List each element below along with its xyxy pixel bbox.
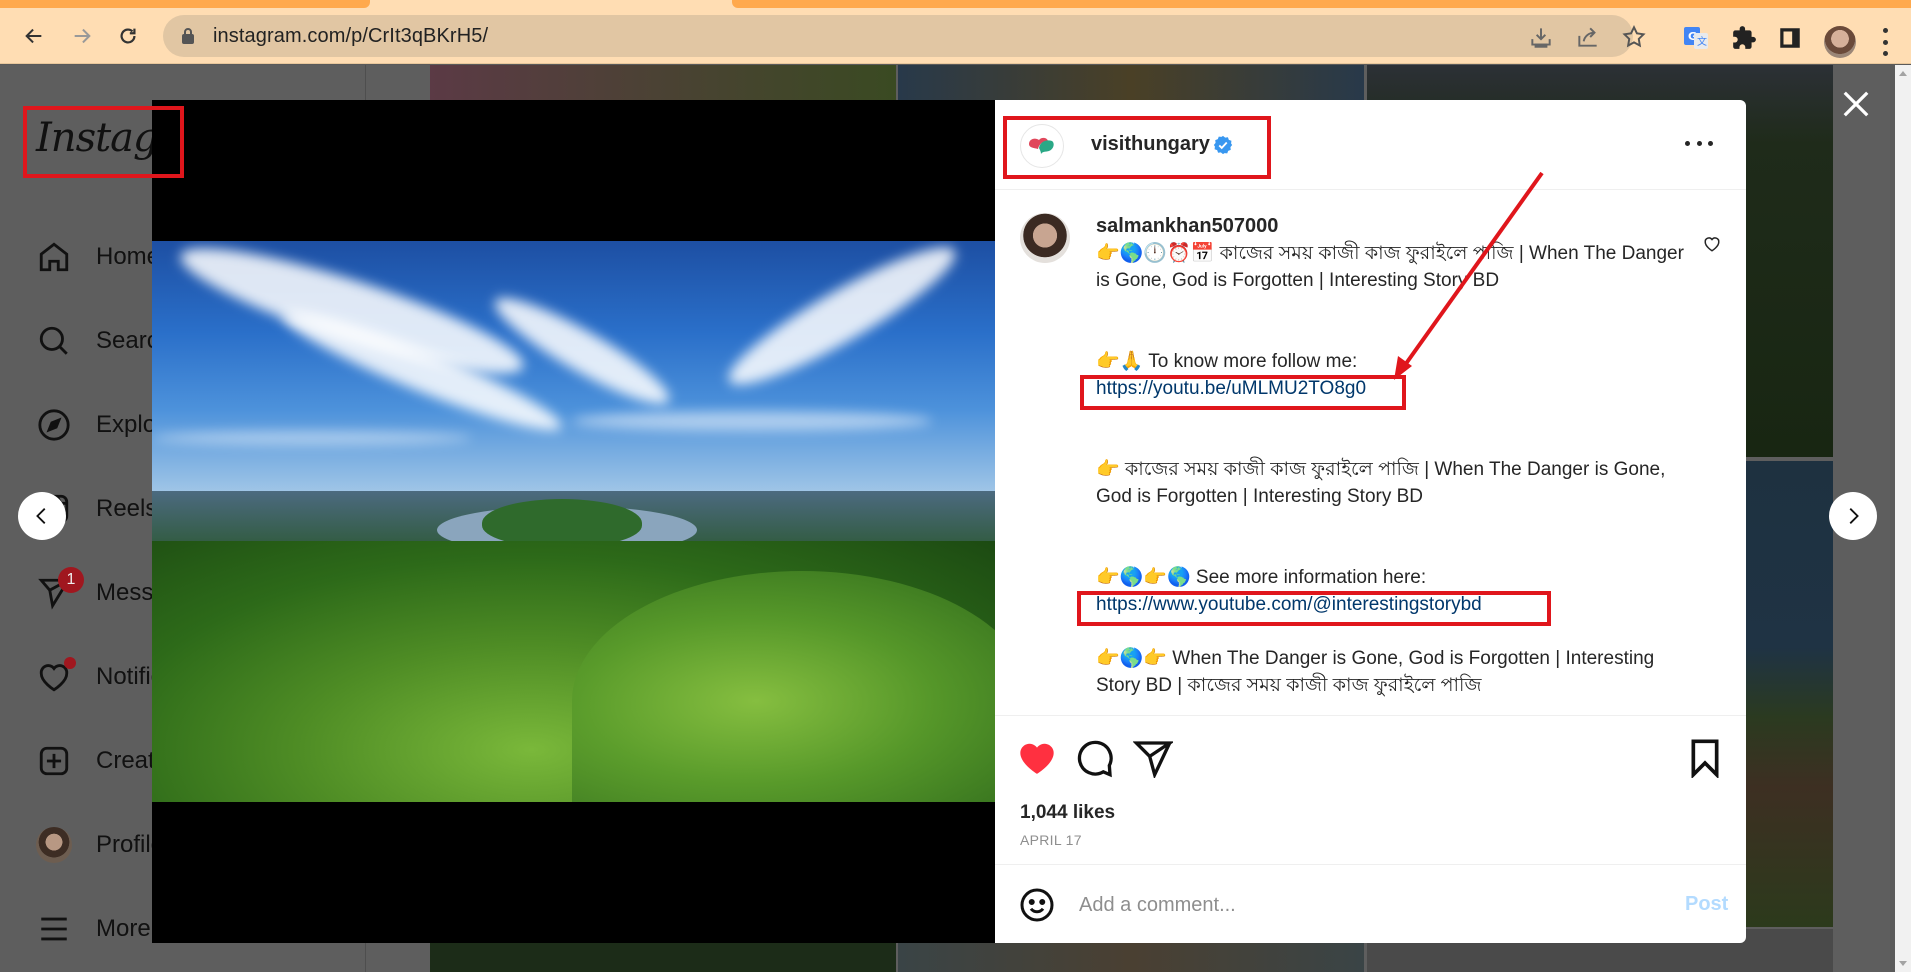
- unread-dot: [64, 657, 76, 669]
- tab-right[interactable]: [732, 0, 1911, 8]
- install-icon[interactable]: [1528, 24, 1554, 50]
- caption-line: 👉 কাজের সময় কাজী কাজ ফুরাইলে পাজি | Whe…: [1096, 458, 1671, 507]
- grid-post-thumbnail[interactable]: [430, 65, 896, 100]
- sidebar-item-profile[interactable]: Profile: [36, 825, 164, 865]
- post-comment-button[interactable]: Post: [1685, 893, 1728, 916]
- likes-count[interactable]: 1,044 likes: [1020, 802, 1115, 824]
- sidebar-item-more[interactable]: More: [36, 909, 151, 949]
- comment-icon[interactable]: [1075, 738, 1115, 778]
- caption-line: 👉🌎👉 When The Danger is Gone, God is Forg…: [1096, 647, 1660, 696]
- annotation-box-link2: [1077, 591, 1551, 626]
- emoji: 👉: [1096, 458, 1120, 480]
- heart-icon: [36, 657, 76, 695]
- profile-avatar[interactable]: [1824, 26, 1856, 58]
- sidebar-item-home[interactable]: Home: [36, 237, 160, 277]
- emoji: 👉🌎🕛⏰📅: [1096, 242, 1215, 264]
- sidebar-item-label: More: [96, 915, 151, 942]
- share-icon[interactable]: [1575, 24, 1601, 50]
- liked-heart-icon[interactable]: [1017, 738, 1057, 778]
- hamburger-icon: [36, 911, 72, 947]
- address-bar[interactable]: instagram.com/p/CrIt3qBKrH5/: [163, 15, 1646, 57]
- comment-input[interactable]: [1079, 885, 1639, 925]
- next-post-button[interactable]: [1829, 492, 1877, 540]
- caption-line: 👉🌎🕛⏰📅 কাজের সময় কাজী কাজ ফুরাইলে পাজি |…: [1096, 242, 1690, 291]
- emoji-picker-icon[interactable]: [1019, 887, 1055, 923]
- grid-post-thumbnail[interactable]: [898, 65, 1364, 100]
- chevron-right-icon: [1849, 508, 1859, 524]
- back-icon[interactable]: [18, 20, 50, 52]
- browser-toolbar: instagram.com/p/CrIt3qBKrH5/ G文: [0, 8, 1911, 64]
- tab-strip: [0, 0, 1911, 8]
- post-photo[interactable]: [152, 241, 995, 802]
- side-panel-icon[interactable]: [1777, 25, 1803, 51]
- plus-square-icon: [36, 743, 72, 779]
- post-actions: 1,044 likes APRIL 17 Post: [995, 715, 1746, 943]
- sidebar-item-label: Reels: [96, 495, 158, 522]
- caption-text: salmankhan507000 👉🌎🕛⏰📅 কাজের সময় কাজী ক…: [1096, 213, 1686, 699]
- comment-box: Post: [995, 864, 1746, 944]
- messenger-icon: 1: [36, 567, 84, 611]
- caption-username[interactable]: salmankhan507000: [1096, 213, 1686, 240]
- search-icon: [36, 323, 72, 359]
- more-options-icon[interactable]: [1685, 138, 1713, 148]
- url-text[interactable]: instagram.com/p/CrIt3qBKrH5/: [213, 25, 488, 48]
- emoji: 👉🙏: [1096, 350, 1144, 372]
- commenter-avatar[interactable]: [1020, 213, 1070, 263]
- caption-area[interactable]: salmankhan507000 👉🌎🕛⏰📅 কাজের সময় কাজী ক…: [995, 191, 1746, 715]
- save-bookmark-icon[interactable]: [1685, 738, 1725, 778]
- annotation-box-link1: [1080, 375, 1406, 410]
- home-icon: [36, 239, 72, 275]
- bookmark-star-icon[interactable]: [1621, 24, 1647, 50]
- compass-icon: [36, 407, 72, 443]
- post-detail-panel: visithungary salmankhan507000 👉🌎🕛⏰📅 কাজে…: [995, 100, 1746, 943]
- annotation-box-author: [1003, 116, 1271, 179]
- post-date[interactable]: APRIL 17: [1020, 832, 1082, 848]
- emoji: 👉🌎👉: [1096, 647, 1167, 669]
- share-icon[interactable]: [1133, 738, 1173, 778]
- more-menu-icon[interactable]: [1880, 28, 1890, 56]
- close-icon[interactable]: [1841, 89, 1871, 119]
- emoji: 👉🌎👉🌎: [1096, 566, 1191, 588]
- post-media: [152, 100, 995, 943]
- extensions-icon[interactable]: [1731, 25, 1757, 51]
- notification-badge: 1: [58, 567, 84, 593]
- reload-icon[interactable]: [112, 20, 144, 52]
- grid-post-thumbnail[interactable]: [898, 943, 1364, 972]
- chevron-left-icon: [36, 508, 46, 524]
- like-comment-icon[interactable]: [1703, 235, 1721, 253]
- google-translate-icon[interactable]: G文: [1683, 25, 1709, 51]
- sidebar-item-label: Home: [96, 243, 161, 270]
- caption-line: 👉🙏 To know more follow me:: [1096, 350, 1358, 372]
- forward-icon[interactable]: [66, 20, 98, 52]
- grid-post-thumbnail[interactable]: [430, 943, 896, 972]
- annotation-box-logo: [23, 106, 184, 178]
- avatar: [36, 827, 72, 863]
- tab-left[interactable]: [0, 0, 370, 8]
- lock-icon[interactable]: [181, 27, 195, 45]
- sidebar-item-create[interactable]: Create: [36, 741, 168, 781]
- svg-text:文: 文: [1697, 35, 1707, 48]
- previous-post-button[interactable]: [18, 492, 66, 540]
- caption-line: 👉🌎👉🌎 See more information here:: [1096, 566, 1427, 588]
- page-scrollbar[interactable]: [1895, 65, 1911, 972]
